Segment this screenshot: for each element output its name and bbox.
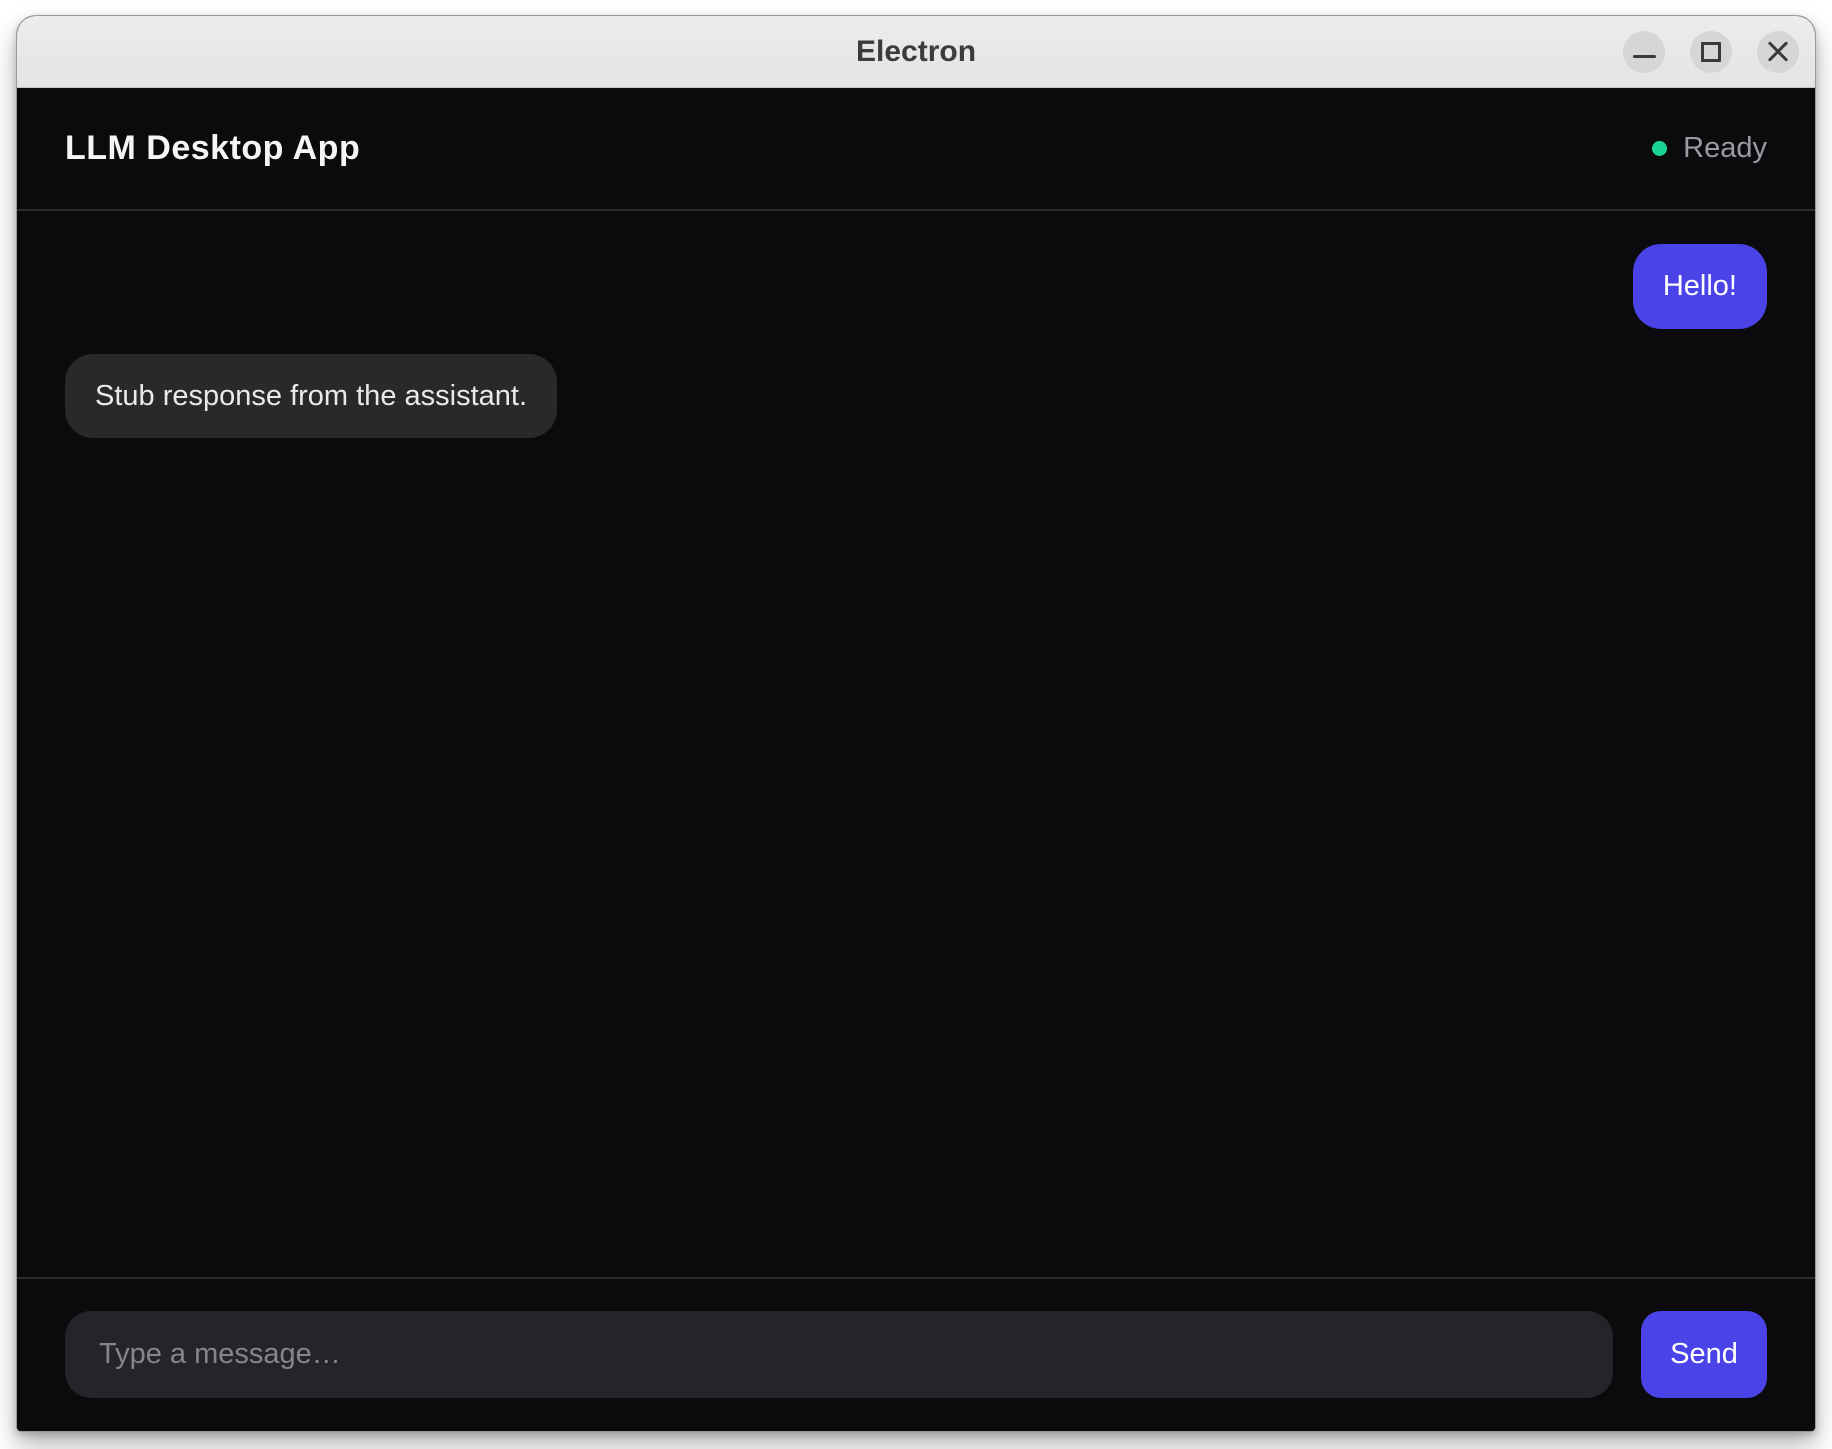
minimize-icon bbox=[1633, 55, 1656, 58]
close-icon bbox=[1765, 39, 1791, 65]
composer-bar: Send bbox=[17, 1277, 1815, 1431]
window-title: Electron bbox=[856, 35, 976, 69]
send-button[interactable]: Send bbox=[1641, 1311, 1767, 1398]
message-input[interactable] bbox=[65, 1311, 1613, 1398]
chat-message-list: Hello! Stub response from the assistant. bbox=[17, 211, 1815, 1277]
status-badge: Ready bbox=[1652, 132, 1767, 165]
maximize-button[interactable] bbox=[1690, 31, 1732, 73]
close-button[interactable] bbox=[1757, 31, 1799, 73]
user-message-bubble: Hello! bbox=[1633, 244, 1767, 329]
status-dot-icon bbox=[1652, 141, 1667, 156]
app-window: Electron LLM Desktop App Ready Hello! St… bbox=[16, 15, 1816, 1432]
maximize-icon bbox=[1701, 42, 1721, 62]
window-controls bbox=[1623, 31, 1799, 73]
status-label: Ready bbox=[1683, 132, 1767, 165]
titlebar[interactable]: Electron bbox=[17, 16, 1815, 88]
page-title: LLM Desktop App bbox=[65, 129, 360, 168]
app-header: LLM Desktop App Ready bbox=[17, 88, 1815, 211]
minimize-button[interactable] bbox=[1623, 31, 1665, 73]
assistant-message-bubble: Stub response from the assistant. bbox=[65, 354, 557, 439]
